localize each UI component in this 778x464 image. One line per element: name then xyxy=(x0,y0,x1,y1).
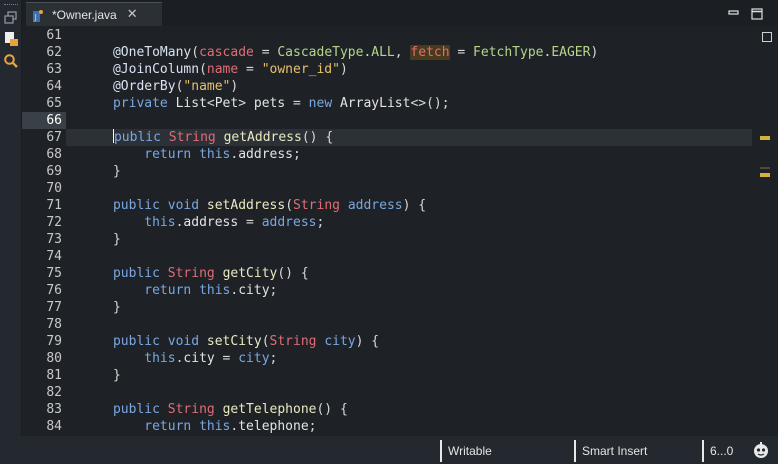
line-number: 84 xyxy=(46,419,62,434)
line-number: 77 xyxy=(46,300,62,315)
search-icon[interactable] xyxy=(3,53,19,69)
code-line[interactable]: } xyxy=(66,299,752,316)
line-number: 67 xyxy=(46,130,62,145)
status-separator xyxy=(702,440,704,462)
writable-status: Writable xyxy=(448,444,492,458)
code-line[interactable] xyxy=(66,27,752,44)
line-number: 83 xyxy=(46,402,62,417)
line-number: 78 xyxy=(46,317,62,332)
tab-title: *Owner.java xyxy=(52,7,117,22)
code-area[interactable]: @OneToMany(cascade = CascadeType.ALL, fe… xyxy=(66,26,756,436)
code-line[interactable]: return this.address; xyxy=(66,146,752,163)
overview-ruler[interactable] xyxy=(756,26,778,436)
line-number: 61 xyxy=(46,28,62,43)
line-number: 68 xyxy=(46,147,62,162)
line-number: 62 xyxy=(46,45,62,60)
code-line[interactable]: public String getCity() { xyxy=(66,265,752,282)
line-number: 79 xyxy=(46,334,62,349)
restore-icon[interactable] xyxy=(3,10,19,26)
code-line[interactable] xyxy=(66,316,752,333)
code-line[interactable]: public void setAddress(String address) { xyxy=(66,197,752,214)
cursor-position-status[interactable]: 6...0 xyxy=(710,444,733,458)
code-line[interactable]: public String getTelephone() { xyxy=(66,401,752,418)
code-line[interactable] xyxy=(66,112,752,129)
code-line[interactable]: private List<Pet> pets = new ArrayList<>… xyxy=(66,95,752,112)
code-line[interactable]: } xyxy=(66,367,752,384)
assistant-icon[interactable] xyxy=(752,441,770,459)
line-number-gutter: 61 62 63 64 65 66 67 68 69 70 71 72 73 74 75 76 77 78 79 80… xyxy=(22,26,66,436)
line-number: 76 xyxy=(46,283,62,298)
editor-tab-bar: J *Owner.java ✕ xyxy=(22,0,778,26)
code-line[interactable] xyxy=(66,248,752,265)
svg-text:J: J xyxy=(34,13,37,22)
code-line[interactable]: public String getAddress() { xyxy=(66,129,752,146)
java-file-icon: J xyxy=(32,8,44,22)
code-line[interactable]: @JoinColumn(name = "owner_id") xyxy=(66,61,752,78)
line-number: 72 xyxy=(46,215,62,230)
close-icon[interactable]: ✕ xyxy=(127,7,138,22)
status-separator xyxy=(574,440,576,462)
line-number: 75 xyxy=(46,266,62,281)
line-number: 71 xyxy=(46,198,62,213)
minimize-icon[interactable] xyxy=(728,5,740,17)
tab-owner-java[interactable]: J *Owner.java ✕ xyxy=(26,2,162,26)
occurrence-marker[interactable] xyxy=(760,173,770,177)
line-number: 69 xyxy=(46,164,62,179)
maximize-icon[interactable] xyxy=(751,5,763,20)
line-number: 66 xyxy=(22,112,66,129)
line-number: 64 xyxy=(46,79,62,94)
left-toolbar xyxy=(0,0,22,464)
status-bar: Writable Smart Insert 6...0 xyxy=(0,436,778,464)
code-line[interactable]: } xyxy=(66,231,752,248)
insert-mode-status[interactable]: Smart Insert xyxy=(582,444,647,458)
code-line[interactable]: } xyxy=(66,163,752,180)
line-number: 74 xyxy=(46,249,62,264)
code-line[interactable]: return this.city; xyxy=(66,282,752,299)
code-line[interactable] xyxy=(66,180,752,197)
code-line[interactable]: this.city = city; xyxy=(66,350,752,367)
line-number: 80 xyxy=(46,351,62,366)
toolbar-grip[interactable] xyxy=(4,4,18,6)
occurrence-marker[interactable] xyxy=(760,167,770,169)
code-line[interactable]: this.address = address; xyxy=(66,214,752,231)
package-explorer-icon[interactable] xyxy=(3,31,19,47)
line-number: 70 xyxy=(46,181,62,196)
code-line[interactable]: @OrderBy("name") xyxy=(66,78,752,95)
overview-status-icon xyxy=(762,32,772,42)
code-line[interactable] xyxy=(66,384,752,401)
line-number: 63 xyxy=(46,62,62,77)
code-editor[interactable]: 61 62 63 64 65 66 67 68 69 70 71 72 73 74 75 76 77 78 79 80… xyxy=(22,26,778,436)
code-line[interactable]: return this.telephone; xyxy=(66,418,752,435)
code-line[interactable]: public void setCity(String city) { xyxy=(66,333,752,350)
line-number: 65 xyxy=(46,96,62,111)
line-number: 73 xyxy=(46,232,62,247)
code-line[interactable]: @OneToMany(cascade = CascadeType.ALL, fe… xyxy=(66,44,752,61)
line-number: 82 xyxy=(46,385,62,400)
status-separator xyxy=(440,440,442,462)
occurrence-marker[interactable] xyxy=(760,136,770,140)
line-number: 81 xyxy=(46,368,62,383)
